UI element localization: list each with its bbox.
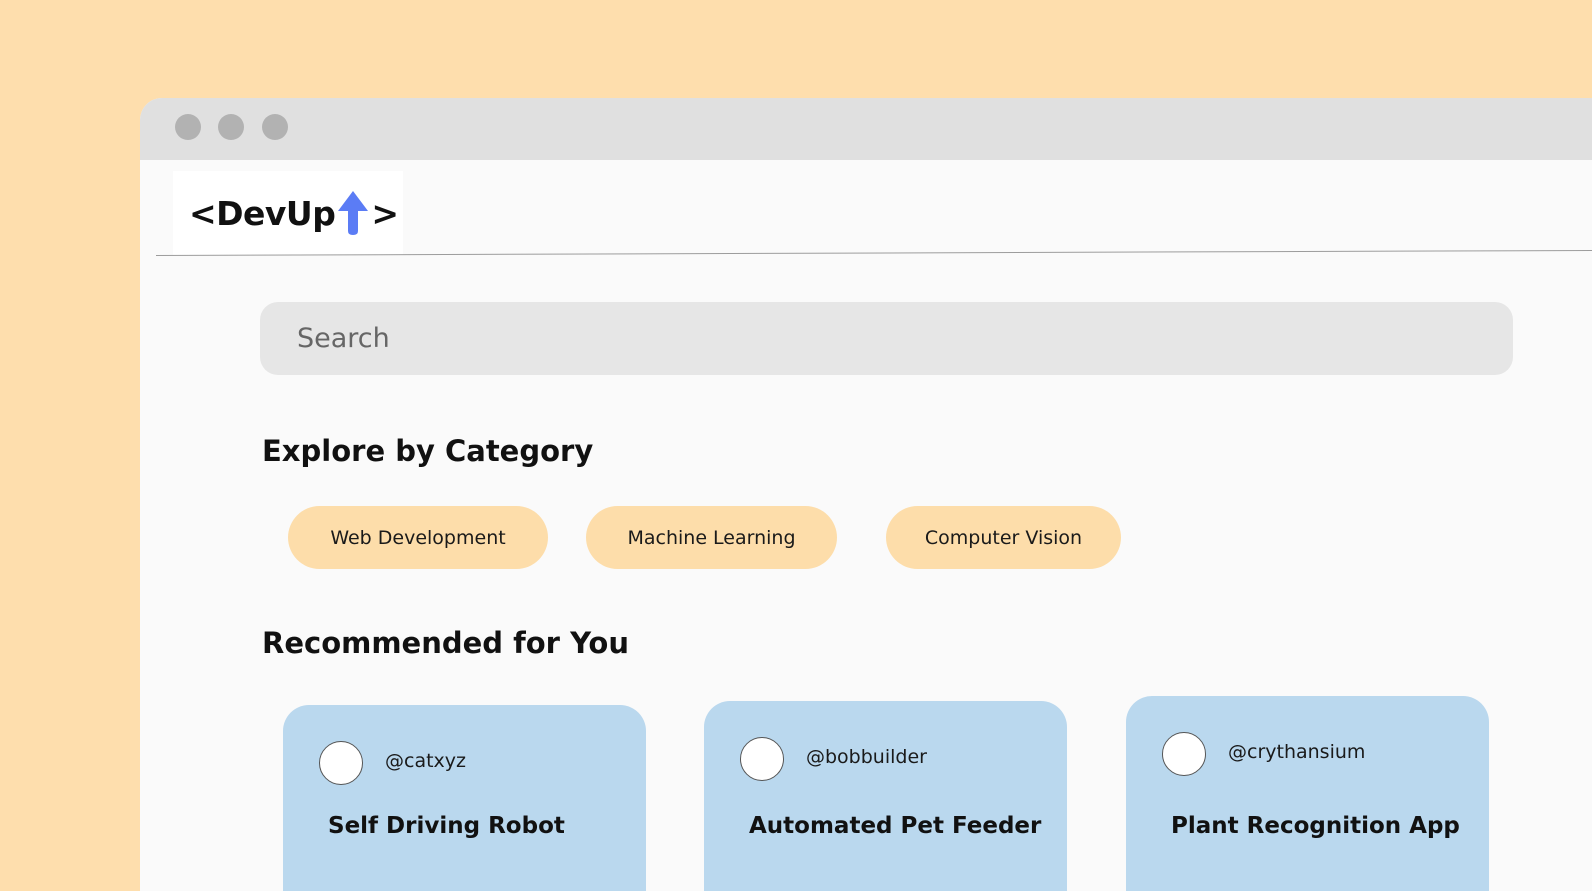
window-control-close[interactable]	[175, 114, 201, 140]
window-control-maximize[interactable]	[262, 114, 288, 140]
project-card[interactable]: @crythansium Plant Recognition App	[1126, 696, 1489, 891]
card-project-title[interactable]: Plant Recognition App	[1171, 813, 1460, 839]
up-arrow-icon	[338, 191, 369, 235]
card-username[interactable]: @crythansium	[1228, 741, 1365, 763]
recommended-heading: Recommended for You	[262, 626, 629, 660]
avatar[interactable]	[1162, 732, 1206, 776]
devup-logo[interactable]: <DevUp >	[173, 171, 403, 255]
search-input[interactable]	[260, 302, 1513, 375]
browser-titlebar	[140, 98, 1592, 160]
project-card[interactable]: @bobbuilder Automated Pet Feeder	[704, 701, 1067, 891]
card-project-title[interactable]: Automated Pet Feeder	[749, 813, 1041, 839]
category-web-development[interactable]: Web Development	[288, 506, 548, 569]
avatar[interactable]	[319, 741, 363, 785]
card-project-title[interactable]: Self Driving Robot	[328, 813, 565, 839]
browser-window: <DevUp > Explore by Category Web Develop…	[140, 98, 1592, 891]
card-username[interactable]: @bobbuilder	[806, 746, 927, 768]
window-control-minimize[interactable]	[218, 114, 244, 140]
explore-category-heading: Explore by Category	[262, 434, 594, 468]
project-card[interactable]: @catxyz Self Driving Robot	[283, 705, 646, 891]
category-machine-learning[interactable]: Machine Learning	[586, 506, 837, 569]
category-computer-vision[interactable]: Computer Vision	[886, 506, 1121, 569]
logo-text-right: >	[371, 193, 399, 233]
logo-text-left: <DevUp	[189, 193, 336, 233]
card-username[interactable]: @catxyz	[385, 750, 466, 772]
avatar[interactable]	[740, 737, 784, 781]
